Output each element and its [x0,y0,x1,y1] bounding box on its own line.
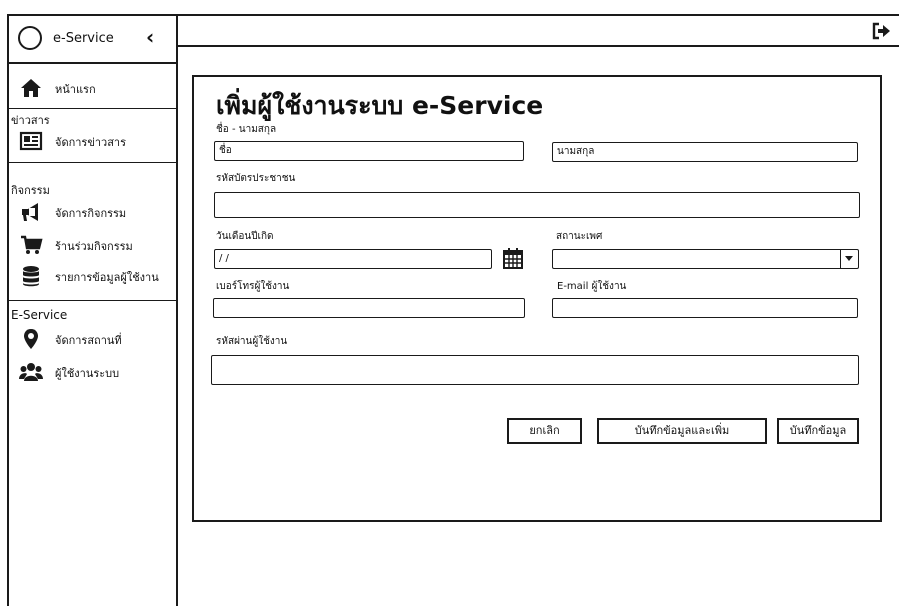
header-divider [178,45,899,47]
birthdate-input[interactable]: / / [214,249,492,269]
users-icon [19,363,43,381]
name-label: ชื่อ - นามสกุล [216,124,277,135]
calendar-icon[interactable] [502,247,524,269]
map-marker-icon [24,329,38,349]
logo-circle-icon [18,26,42,50]
section-activity: กิจกรรม [11,184,50,197]
gender-select[interactable] [552,249,859,269]
cart-icon [21,235,43,254]
sidebar-item-manage-news[interactable]: จัดการข่าวสาร [9,129,176,153]
cancel-button[interactable]: ยกเลิก [507,418,582,444]
sign-out-icon[interactable] [871,22,891,40]
newspaper-icon [19,131,43,151]
sidebar-item-manage-activity[interactable]: จัดการกิจกรรม [9,200,176,224]
id-card-input[interactable] [214,192,860,218]
sidebar-item-home[interactable]: หน้าแรก [9,76,176,100]
brand-label: e-Service [53,31,114,46]
chevron-left-icon[interactable]: ‹ [146,25,154,49]
last-name-input[interactable]: นามสกุล [552,142,858,162]
section-eservice: E-Service [11,308,68,322]
divider [9,162,176,163]
sidebar-item-system-users[interactable]: ผู้ใช้งานระบบ [9,360,176,384]
password-input[interactable] [211,355,859,385]
sidebar-item-user-data-list[interactable]: รายการข้อมูลผู้ใช้งาน [9,264,176,288]
section-news: ข่าวสาร [11,114,50,127]
password-label: รหัสผ่านผู้ใช้งาน [216,336,288,347]
divider [9,300,176,301]
save-and-add-button[interactable]: บันทึกข้อมูลและเพิ่ม [597,418,767,444]
sidebar-item-label: จัดการกิจกรรม [55,207,127,220]
gender-label: สถานะเพศ [556,231,603,242]
home-icon [21,79,41,97]
sidebar-item-manage-places[interactable]: จัดการสถานที่ [9,327,176,351]
page-title: เพิ่มผู้ใช้งานระบบ e-Service [216,91,544,120]
phone-label: เบอร์โทรผู้ใช้งาน [216,281,290,292]
divider [9,108,176,109]
header-top-border [178,14,899,16]
email-input[interactable] [552,298,858,318]
sidebar-item-label: รายการข้อมูลผู้ใช้งาน [55,271,159,284]
sidebar-item-label: จัดการข่าวสาร [55,136,127,149]
megaphone-icon [22,203,38,221]
sidebar-item-label: ผู้ใช้งานระบบ [55,367,120,380]
birthdate-label: วันเดือนปีเกิด [216,231,274,242]
brand-bar: e-Service ‹ [9,16,176,64]
sidebar-item-label: จัดการสถานที่ [55,334,122,347]
sidebar-item-label: ร้านร่วมกิจกรรม [55,240,133,253]
sidebar-item-label: หน้าแรก [55,83,96,96]
chevron-down-icon[interactable] [840,250,858,268]
first-name-input[interactable]: ชื่อ [214,141,524,161]
database-icon [23,266,39,287]
sidebar-item-partner-shops[interactable]: ร้านร่วมกิจกรรม [9,233,176,257]
phone-input[interactable] [213,298,525,318]
id-card-label: รหัสบัตรประชาชน [216,173,296,184]
save-button[interactable]: บันทึกข้อมูล [777,418,859,444]
sidebar: e-Service ‹ หน้าแรก ข่าวสาร จัดการข่าวสา… [7,14,178,606]
email-label: E-mail ผู้ใช้งาน [557,281,627,292]
